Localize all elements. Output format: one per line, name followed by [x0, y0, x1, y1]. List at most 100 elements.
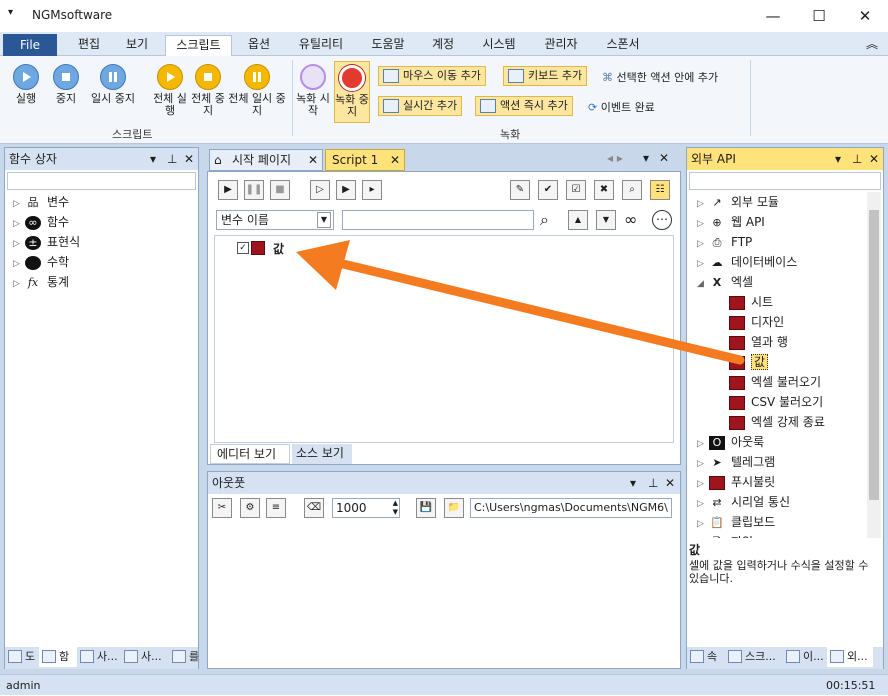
close-icon[interactable]: ✕ [184, 148, 194, 170]
tree-item-serial[interactable]: ▷ ⇄ 시리얼 통신 [697, 492, 825, 512]
bottom-tab-external-api[interactable]: 외... [827, 647, 873, 667]
menu-admin[interactable]: 관리자 [538, 35, 584, 56]
tree-item-excel[interactable]: ◢ X 엑셀 [697, 272, 825, 292]
edit-icon[interactable]: ✎ [510, 180, 530, 200]
variable-select[interactable]: 변수 이름 ▼ [216, 210, 334, 230]
file-settings-icon[interactable]: ⚙ [240, 498, 260, 518]
tree-item-ftp[interactable]: ▷ ⎙ FTP [697, 232, 825, 252]
dropdown-icon[interactable]: ▾ [835, 148, 841, 170]
menu-file[interactable]: File [3, 34, 57, 56]
tree-item-excel-load[interactable]: 엑셀 불러오기 [697, 372, 825, 392]
checkbox[interactable]: ✓ [237, 242, 249, 254]
eraser-icon[interactable]: ⌫ [304, 498, 324, 518]
dropdown-icon[interactable]: ▾ [150, 148, 156, 170]
folder-icon[interactable]: 📁 [444, 498, 464, 518]
add-keyboard-button[interactable]: 키보드 추가 [503, 66, 588, 86]
play-icon[interactable]: ▶ [218, 180, 238, 200]
pause-all-button[interactable]: 전체 일시 중지 [228, 64, 286, 117]
move-down-icon[interactable]: ▼ [596, 210, 616, 230]
search-input[interactable] [342, 210, 534, 230]
close-icon[interactable]: ✕ [665, 472, 675, 494]
run-to-icon[interactable]: ▶ [336, 180, 356, 200]
tree-item-statistics[interactable]: ▷ fx 통계 [13, 272, 80, 292]
bottom-tab[interactable]: 사... [77, 647, 121, 667]
stop-all-button[interactable]: 전체 중지 [188, 64, 228, 117]
tree-item-math[interactable]: ▷ 수학 [13, 252, 80, 272]
checkbox-icon[interactable]: ☑ [566, 180, 586, 200]
menu-sponsor[interactable]: 스폰서 [600, 35, 646, 56]
tree-item-file[interactable]: ▷🗎파일 [697, 532, 825, 538]
run-selected-icon[interactable]: ▸ [362, 180, 382, 200]
tree-item-sheet[interactable]: 시트 [697, 292, 825, 312]
close-icon[interactable]: ✕ [659, 151, 669, 165]
bottom-tab-function[interactable]: 함 [39, 647, 77, 667]
close-button[interactable]: ✕ [842, 0, 888, 32]
tree-item-pushbullet[interactable]: ▷ 푸시불릿 [697, 472, 825, 492]
tab-scroll-icon[interactable]: ◂ ▸ [607, 151, 623, 165]
bottom-tab[interactable]: 사... [121, 647, 169, 667]
pause-button[interactable]: 일시 중지 [84, 64, 142, 105]
scrollbar[interactable] [867, 192, 881, 538]
run-button[interactable]: 실행 [6, 64, 46, 105]
tree-item-value[interactable]: 값 [697, 352, 825, 372]
search-input[interactable] [689, 172, 881, 190]
scrollbar-thumb[interactable] [869, 210, 879, 500]
menu-script[interactable]: 스크립트 [165, 35, 232, 57]
minimize-button[interactable]: — [750, 0, 796, 32]
tree-item-web-api[interactable]: ▷ ⊕ 웹 API [697, 212, 825, 232]
tab-source-view[interactable]: 소스 보기 [292, 444, 352, 464]
ribbon-collapse-icon[interactable]: ︽ [862, 35, 882, 56]
close-icon[interactable]: ✕ [869, 148, 879, 170]
tree-item-external-module[interactable]: ▷ ↗ 외부 모듈 [697, 192, 825, 212]
menu-utility[interactable]: 유틸리티 [292, 35, 350, 56]
menu-options[interactable]: 옵션 [242, 35, 276, 56]
bottom-tab[interactable]: 를 [169, 647, 199, 667]
record-start-button[interactable]: 녹화 시작 [296, 64, 330, 117]
tree-item-telegram[interactable]: ▷ ➤ 텔레그램 [697, 452, 825, 472]
clean-icon[interactable]: ✂ [212, 498, 232, 518]
close-icon[interactable]: ✕ [308, 150, 318, 170]
add-realtime-button[interactable]: 실시간 추가 [378, 96, 463, 116]
pin-icon[interactable]: ⊥ [852, 148, 862, 170]
move-up-icon[interactable]: ▲ [568, 210, 588, 230]
search-icon[interactable]: ⌕ [622, 180, 642, 200]
tree-item-design[interactable]: 디자인 [697, 312, 825, 332]
bottom-tab-script[interactable]: 스크... [725, 647, 781, 667]
tab-start-page[interactable]: ⌂ 시작 페이지 ✕ [209, 149, 323, 171]
menu-system[interactable]: 시스템 [476, 35, 522, 56]
save-icon[interactable]: 💾 [416, 498, 436, 518]
delete-icon[interactable]: ✖ [594, 180, 614, 200]
add-in-selected-action-button[interactable]: ⌘ 선택한 액션 안에 추가 [602, 69, 718, 85]
tree-item-csv-load[interactable]: CSV 불러오기 [697, 392, 825, 412]
menu-view[interactable]: 보기 [120, 35, 154, 56]
menu-help[interactable]: 도움말 [365, 35, 411, 56]
pause-icon[interactable]: ❚❚ [244, 180, 264, 200]
tab-script-1[interactable]: Script 1 ✕ [325, 149, 405, 171]
add-action-now-button[interactable]: 액션 즉시 추가 [475, 96, 573, 116]
event-complete-button[interactable]: ⟳ 이벤트 완료 [588, 99, 655, 115]
tree-item-variable[interactable]: ▷ 品 변수 [13, 192, 80, 212]
loop-icon[interactable]: ∞ [624, 210, 637, 229]
maximize-button[interactable]: ☐ [796, 0, 842, 32]
close-icon[interactable]: ✕ [390, 150, 400, 170]
menu-account[interactable]: 계정 [426, 35, 460, 56]
tree-item-outlook[interactable]: ▷ O 아웃룩 [697, 432, 825, 452]
search-icon[interactable]: ⌕ [540, 210, 549, 230]
tree-item-function[interactable]: ▷ ∞ 함수 [13, 212, 80, 232]
list-icon[interactable]: ≡ [266, 498, 286, 518]
tree-item-clipboard[interactable]: ▷ 📋 클립보드 [697, 512, 825, 532]
stop-icon[interactable]: ■ [270, 180, 290, 200]
run-all-button[interactable]: 전체 실행 [150, 64, 190, 117]
bottom-tab[interactable]: 도 [5, 647, 39, 667]
bottom-tab-image[interactable]: 이... [783, 647, 827, 667]
more-icon[interactable]: ⋯ [652, 210, 672, 230]
add-mouse-move-button[interactable]: 마우스 이동 추가 [378, 66, 486, 86]
check-icon[interactable]: ✔ [538, 180, 558, 200]
stepper-arrows-icon[interactable]: ▲ ▼ [393, 499, 398, 517]
search-input[interactable] [7, 172, 196, 190]
output-path-field[interactable]: C:\Users\ngmas\Documents\NGM6\ [470, 498, 672, 518]
delay-stepper[interactable]: 1000 ▲ ▼ [332, 498, 400, 518]
tree-view-icon[interactable]: ☷ [650, 180, 670, 200]
dropdown-icon[interactable]: ▾ [643, 151, 649, 165]
tree-item-expression[interactable]: ▷ ± 표현식 [13, 232, 80, 252]
